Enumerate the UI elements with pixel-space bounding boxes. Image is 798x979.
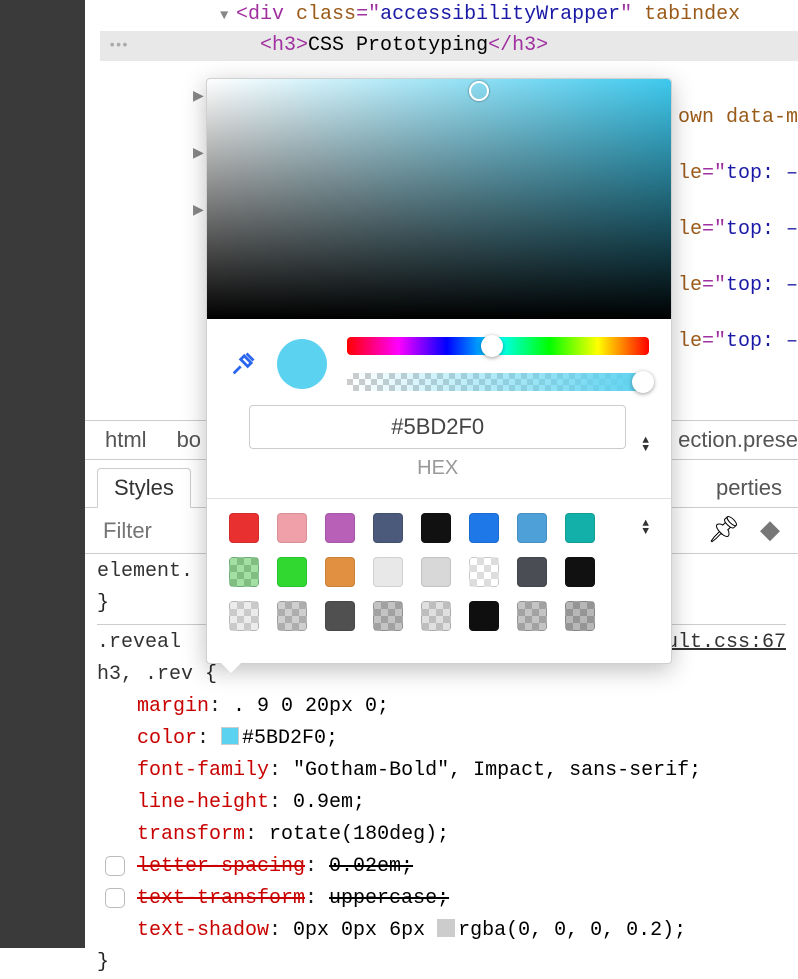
color-swatch-inline[interactable]: [437, 919, 455, 937]
breadcrumb-overflow[interactable]: ection.prese: [678, 427, 798, 453]
collapse-arrow-icon[interactable]: ▶: [193, 202, 204, 219]
expand-arrow-icon[interactable]: ▼: [220, 1, 236, 31]
dom-overflow-lines: own data-m le="top: – le="top: – le="top…: [678, 90, 798, 370]
palette-swatch[interactable]: [421, 513, 451, 543]
css-declaration[interactable]: letter-spacing: 0.02em;: [97, 851, 786, 883]
css-declaration[interactable]: line-height: 0.9em;: [97, 787, 786, 819]
palette-swatch[interactable]: [373, 557, 403, 587]
palette-swatch[interactable]: [229, 601, 259, 631]
collapse-arrow-icon[interactable]: ▶: [193, 145, 204, 162]
css-declaration[interactable]: margin: . 9 0 20px 0;: [97, 691, 786, 723]
toggle-checkbox[interactable]: [105, 888, 125, 908]
alpha-slider[interactable]: [347, 373, 649, 391]
palette-scroll[interactable]: ▲▼: [642, 520, 649, 536]
palette-swatch[interactable]: [517, 557, 547, 587]
alpha-thumb[interactable]: [632, 371, 654, 393]
format-label: HEX: [249, 457, 626, 480]
sat-val-cursor[interactable]: [469, 81, 489, 101]
palette-swatch[interactable]: [469, 513, 499, 543]
css-declaration[interactable]: text-transform: uppercase;: [97, 883, 786, 915]
breadcrumb-item[interactable]: bo: [177, 427, 201, 453]
format-toggle[interactable]: ▲▼: [642, 433, 649, 453]
swatch-palette: ▲▼: [207, 498, 671, 663]
palette-swatch[interactable]: [517, 513, 547, 543]
palette-swatch[interactable]: [325, 557, 355, 587]
palette-swatch[interactable]: [421, 601, 451, 631]
palette-swatch[interactable]: [325, 513, 355, 543]
pin-icon[interactable]: 📌︎: [707, 515, 740, 546]
palette-swatch[interactable]: [517, 601, 547, 631]
palette-swatch[interactable]: [565, 557, 595, 587]
palette-swatch[interactable]: [277, 513, 307, 543]
css-declaration[interactable]: color: #5BD2F0;: [97, 723, 786, 755]
palette-swatch[interactable]: [565, 601, 595, 631]
palette-swatch[interactable]: [421, 557, 451, 587]
hue-thumb[interactable]: [481, 335, 503, 357]
overflow-icon[interactable]: ◆: [760, 515, 780, 546]
tab-properties[interactable]: perties: [700, 469, 798, 507]
breadcrumb-item[interactable]: html: [105, 427, 147, 453]
palette-swatch[interactable]: [373, 513, 403, 543]
eyedropper-icon[interactable]: [229, 350, 257, 378]
color-swatch-inline[interactable]: [221, 727, 239, 745]
tab-styles[interactable]: Styles: [97, 468, 191, 508]
toggle-checkbox[interactable]: [105, 856, 125, 876]
palette-swatch[interactable]: [229, 513, 259, 543]
palette-swatch[interactable]: [373, 601, 403, 631]
window-sidebar-dark: [0, 0, 85, 948]
rule-reveal-h3[interactable]: ult.css:67 .reveal h3, .rev { margin: . …: [97, 627, 786, 979]
dom-node-div[interactable]: ▼<div class="accessibilityWrapper" tabin…: [100, 0, 798, 31]
palette-swatch[interactable]: [469, 601, 499, 631]
dom-node-h3-selected[interactable]: <h3>CSS Prototyping</h3>: [100, 31, 798, 61]
palette-swatch[interactable]: [229, 557, 259, 587]
saturation-value-area[interactable]: [207, 79, 671, 319]
collapse-arrow-icon[interactable]: ▶: [193, 88, 204, 105]
palette-swatch[interactable]: [469, 557, 499, 587]
hex-input[interactable]: [249, 405, 626, 449]
palette-swatch[interactable]: [277, 601, 307, 631]
css-declaration[interactable]: transform: rotate(180deg);: [97, 819, 786, 851]
palette-swatch[interactable]: [277, 557, 307, 587]
current-color-swatch: [277, 339, 327, 389]
source-link[interactable]: ult.css:67: [666, 627, 786, 659]
hue-slider[interactable]: [347, 337, 649, 355]
palette-swatch[interactable]: [565, 513, 595, 543]
palette-swatch[interactable]: [325, 601, 355, 631]
color-picker-popover: HEX ▲▼ ▲▼: [206, 78, 672, 664]
css-declaration[interactable]: text-shadow: 0px 0px 6px rgba(0, 0, 0, 0…: [97, 915, 786, 947]
css-declaration[interactable]: font-family: "Gotham-Bold", Impact, sans…: [97, 755, 786, 787]
